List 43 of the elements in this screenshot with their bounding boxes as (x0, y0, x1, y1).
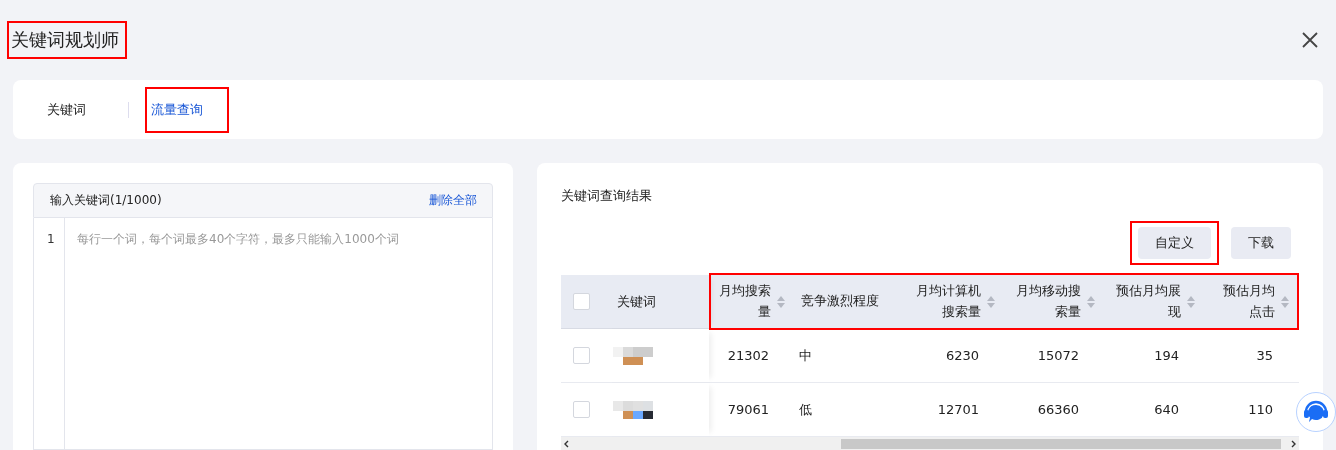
column-header: 预估月均展现 (1115, 281, 1181, 321)
scrollbar-thumb[interactable] (841, 439, 1281, 450)
sort-icon[interactable] (1187, 295, 1195, 308)
results-title: 关键词查询结果 (561, 187, 653, 205)
table-cell: 中 (799, 346, 812, 365)
table-cell: 15072 (1037, 348, 1079, 364)
checkbox[interactable] (572, 347, 590, 365)
table-cell: 110 (1248, 402, 1273, 418)
table-cell: 12701 (937, 402, 979, 418)
input-label: 输入关键词(1/1000) (50, 192, 162, 209)
sort-icon[interactable] (777, 295, 785, 308)
table-cell: 66360 (1037, 402, 1079, 418)
table-cell: 194 (1154, 348, 1179, 364)
table-cell: 79061 (727, 402, 769, 418)
input-editor[interactable]: 1 每行一个词，每个词最多40个字符，最多只能输入1000个词 (33, 218, 493, 450)
tab[interactable]: 流量查询 (151, 96, 203, 123)
blurred-keyword-picture (613, 400, 653, 419)
close-icon[interactable] (1301, 31, 1319, 49)
checkbox[interactable] (572, 401, 590, 419)
toolbar-button[interactable]: 下载 (1231, 227, 1291, 259)
window-title: 关键词规划师 (11, 28, 120, 52)
table-cell: 35 (1256, 348, 1273, 364)
column-header: 关键词 (617, 292, 656, 311)
toolbar-button[interactable]: 自定义 (1138, 227, 1211, 259)
sort-icon[interactable] (987, 295, 995, 308)
column-header: 竞争激烈程度 (801, 292, 879, 311)
column-header: 月均计算机搜索量 (915, 281, 981, 321)
table-cell: 6230 (945, 348, 979, 364)
table-cell: 640 (1154, 402, 1179, 418)
horizontal-scrollbar[interactable] (561, 437, 1299, 450)
clear-all-link[interactable]: 删除全部 (429, 192, 477, 209)
checkbox[interactable] (572, 293, 590, 311)
sort-icon[interactable] (1087, 295, 1095, 308)
table-cell: 低 (799, 400, 812, 419)
table-cell: 21302 (727, 348, 769, 364)
column-header: 预估月均点击 (1222, 281, 1275, 321)
line-number: 1 (47, 232, 56, 246)
sort-icon[interactable] (1281, 295, 1289, 308)
headset-icon (1303, 400, 1329, 424)
column-header: 月均移动搜索量 (1015, 281, 1081, 321)
blurred-keyword-picture (613, 346, 653, 365)
column-header: 月均搜索量 (719, 281, 771, 321)
tab[interactable]: 关键词 (47, 96, 86, 123)
